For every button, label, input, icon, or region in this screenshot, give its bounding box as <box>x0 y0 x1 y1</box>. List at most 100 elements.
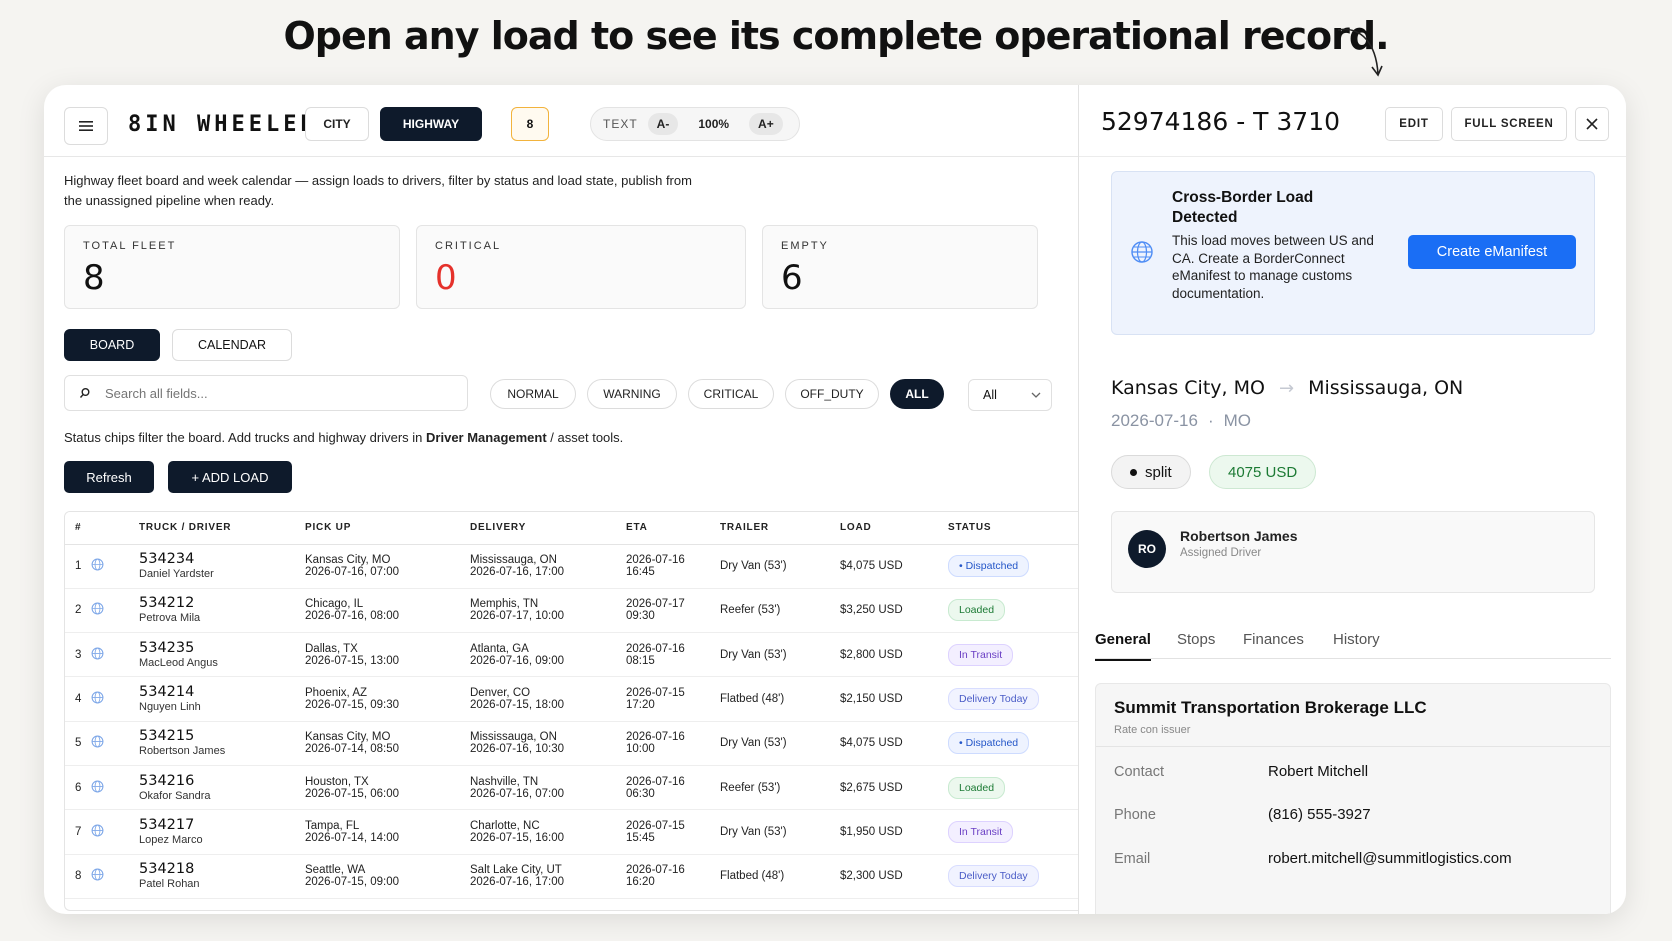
mode-highway-button[interactable]: HIGHWAY <box>380 107 482 141</box>
delivery-cell: Mississauga, ON 2026-07-16, 10:30 <box>460 721 616 766</box>
full-screen-button[interactable]: FULL SCREEN <box>1451 107 1567 141</box>
delivery-time: 2026-07-17, 10:00 <box>470 610 564 623</box>
table-row[interactable]: 7 534217 Lopez Marco Tampa, FL 2026-07-14, 1… <box>65 809 1078 855</box>
truck-number: 534234 <box>139 551 195 568</box>
pickup-city: Kansas City, MO <box>305 554 391 567</box>
tab-finances[interactable]: Finances <box>1243 631 1304 648</box>
column-header: STATUS <box>938 512 1078 545</box>
stat-label: EMPTY <box>781 240 829 252</box>
brand-logo: 8IN WHEELER <box>128 112 318 137</box>
assigned-driver-card[interactable]: RO Robertson James Assigned Driver <box>1111 511 1595 593</box>
create-emanifest-button[interactable]: Create eManifest <box>1408 235 1576 269</box>
company-name: Summit Transportation Brokerage LLC <box>1114 698 1427 717</box>
delivery-city: Atlanta, GA <box>470 642 529 655</box>
driver-name: Nguyen Linh <box>139 701 201 714</box>
eta-cell: 2026-07-16 16:20 <box>616 854 710 899</box>
driver-management-link[interactable]: Driver Management <box>426 430 547 445</box>
add-load-button[interactable]: + ADD LOAD <box>168 461 292 493</box>
globe-icon <box>91 602 104 618</box>
globe-icon <box>91 735 104 751</box>
eta-date: 2026-07-16 <box>626 864 685 877</box>
status-badge[interactable]: In Transit <box>948 820 1014 843</box>
chip-warning[interactable]: WARNING <box>587 379 677 409</box>
truck-number: 534216 <box>139 772 195 789</box>
row-number: 2 <box>65 588 87 634</box>
filter-select-value: All <box>983 388 997 402</box>
cross-border-cell <box>87 676 129 722</box>
trailer-cell: Dry Van (53') <box>710 721 830 766</box>
email-label: Email <box>1114 851 1151 867</box>
column-header: LOAD <box>830 512 938 545</box>
hint-text-end: / asset tools. <box>546 430 624 445</box>
load-cell: $2,675 USD <box>830 765 938 811</box>
row-number: 3 <box>65 632 87 678</box>
delivery-cell: Salt Lake City, UT 2026-07-16, 17:00 <box>460 854 616 899</box>
driver-name: Lopez Marco <box>139 833 203 846</box>
top-bar: 8IN WHEELER CITY HIGHWAY 8 TEXT A- 100% … <box>44 85 1078 157</box>
driver-name: Robertson James <box>1180 528 1298 544</box>
chip-normal[interactable]: NORMAL <box>490 379 576 409</box>
delivery-time: 2026-07-15, 16:00 <box>470 831 564 844</box>
app-window: 8IN WHEELER CITY HIGHWAY 8 TEXT A- 100% … <box>44 85 1626 914</box>
curved-arrow-icon <box>1337 28 1383 77</box>
refresh-button[interactable]: Refresh <box>64 461 154 493</box>
text-increase-button[interactable]: A+ <box>749 113 783 135</box>
tab-calendar[interactable]: CALENDAR <box>172 329 292 361</box>
column-header: TRAILER <box>710 512 830 545</box>
status-badge[interactable]: • Dispatched <box>948 555 1030 578</box>
mode-city-button[interactable]: CITY <box>305 107 369 141</box>
table-row[interactable]: 4 534214 Nguyen Linh Phoenix, AZ 2026-07-15,… <box>65 676 1078 722</box>
chevron-down-icon <box>1031 392 1041 398</box>
text-size-label: TEXT <box>603 117 638 131</box>
column-header: DELIVERY <box>460 512 616 545</box>
tab-general[interactable]: General <box>1095 631 1151 661</box>
chip-all[interactable]: ALL <box>890 379 944 409</box>
tab-history[interactable]: History <box>1333 631 1380 648</box>
edit-button[interactable]: EDIT <box>1385 107 1443 141</box>
status-cell: Loaded <box>938 588 1078 634</box>
globe-icon <box>91 780 104 796</box>
column-header: ETA <box>616 512 710 545</box>
truck-driver-cell: 534216 Okafor Sandra <box>129 765 295 811</box>
pickup-time: 2026-07-15, 09:00 <box>305 876 399 889</box>
status-badge[interactable]: • Dispatched <box>948 732 1030 755</box>
tab-stops[interactable]: Stops <box>1177 631 1215 648</box>
pickup-time: 2026-07-15, 06:00 <box>305 787 399 800</box>
pickup-cell: Chicago, IL 2026-07-16, 08:00 <box>295 588 460 634</box>
pickup-city: Dallas, TX <box>305 642 358 655</box>
status-badge[interactable]: Loaded <box>948 776 1006 799</box>
tab-board[interactable]: BOARD <box>64 329 160 361</box>
status-badge[interactable]: In Transit <box>948 643 1014 666</box>
route-arrow-icon: → <box>1278 377 1295 399</box>
delivery-time: 2026-07-15, 18:00 <box>470 699 564 712</box>
stat-label: TOTAL FLEET <box>83 240 177 252</box>
table-row[interactable]: 1 534234 Daniel Yardster Kansas City, MO 202… <box>65 544 1078 589</box>
chip-critical[interactable]: CRITICAL <box>688 379 774 409</box>
table-row[interactable]: 3 534235 MacLeod Angus Dallas, TX 2026-07-15… <box>65 632 1078 678</box>
column-header: PICK UP <box>295 512 460 545</box>
status-badge[interactable]: Loaded <box>948 599 1006 622</box>
eta-time: 15:45 <box>626 831 655 844</box>
globe-icon <box>1131 241 1153 263</box>
table-row[interactable]: 6 534216 Okafor Sandra Houston, TX 2026-07-1… <box>65 765 1078 811</box>
phone-value[interactable]: (816) 555-3927 <box>1268 806 1371 823</box>
menu-button[interactable] <box>64 107 108 145</box>
table-row[interactable]: 5 534215 Robertson James Kansas City, MO 202… <box>65 721 1078 766</box>
email-value[interactable]: robert.mitchell@summitlogistics.com <box>1268 850 1512 867</box>
filter-select[interactable]: All <box>968 379 1052 411</box>
route-separator: · <box>1207 411 1214 430</box>
driver-name: Daniel Yardster <box>139 568 214 581</box>
status-badge[interactable]: Delivery Today <box>948 688 1039 711</box>
close-button[interactable] <box>1575 107 1609 141</box>
table-row[interactable]: 8 534218 Patel Rohan Seattle, WA 2026-07-15,… <box>65 854 1078 899</box>
table-row[interactable]: 2 534212 Petrova Mila Chicago, IL 2026-07-16… <box>65 588 1078 634</box>
pickup-city: Tampa, FL <box>305 819 360 832</box>
chip-off-duty[interactable]: OFF_DUTY <box>785 379 879 409</box>
driver-name: Robertson James <box>139 745 226 758</box>
text-decrease-button[interactable]: A- <box>647 113 679 135</box>
delivery-cell: Memphis, TN 2026-07-17, 10:00 <box>460 588 616 634</box>
status-badge[interactable]: Delivery Today <box>948 865 1039 888</box>
search-input[interactable] <box>105 385 425 401</box>
count-badge[interactable]: 8 <box>511 107 549 141</box>
load-title: 52974186 - T 3710 <box>1101 107 1341 136</box>
